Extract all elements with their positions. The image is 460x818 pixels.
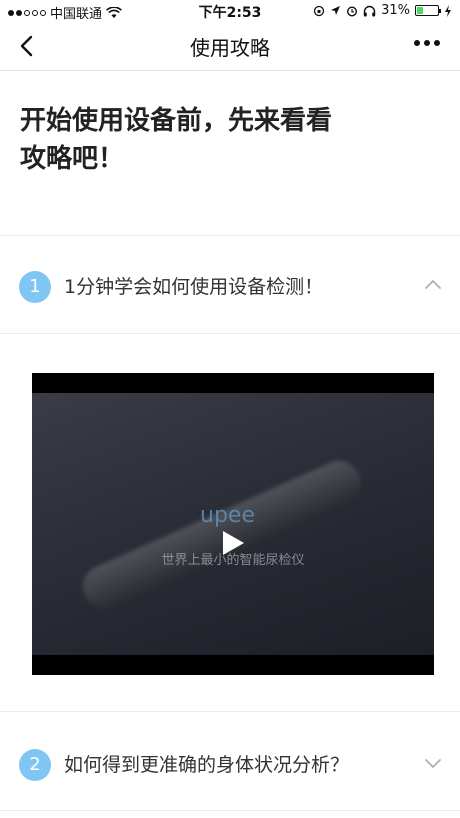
section-1-title: 1分钟学会如何使用设备检测！ <box>64 276 324 298</box>
chevron-up-icon[interactable] <box>424 276 442 294</box>
divider <box>0 333 460 334</box>
divider <box>0 235 460 236</box>
section-2-header[interactable]: 2 如何得到更准确的身体状况分析？ <box>0 736 460 790</box>
more-icon[interactable] <box>414 40 440 46</box>
section-1-header[interactable]: 1 1分钟学会如何使用设备检测！ <box>0 258 460 312</box>
status-bar: 中国联通 下午2:53 31% <box>0 0 460 22</box>
status-right: 31% <box>313 3 452 18</box>
nav-bar: 使用攻略 <box>0 22 460 71</box>
page-title: 使用攻略 <box>190 36 270 60</box>
video-brand: upee <box>200 503 255 528</box>
divider <box>0 810 460 811</box>
headphones-icon <box>363 5 376 16</box>
headline-line-1: 开始使用设备前，先来看看 <box>20 106 333 136</box>
section-1-number: 1 <box>19 271 51 303</box>
section-2-number: 2 <box>19 749 51 781</box>
chevron-down-icon[interactable] <box>424 754 442 772</box>
alarm-icon <box>347 5 358 17</box>
headline-line-2: 攻略吧！ <box>20 144 125 174</box>
battery-percent: 31% <box>381 3 410 18</box>
video-frame: upee 世界上最小的智能尿检仪 <box>32 393 434 655</box>
section-2-title: 如何得到更准确的身体状况分析？ <box>64 754 350 776</box>
play-icon[interactable] <box>217 528 247 558</box>
divider <box>0 711 460 712</box>
video-player[interactable]: upee 世界上最小的智能尿检仪 <box>32 373 434 675</box>
charging-icon <box>445 4 451 17</box>
orientation-lock-icon <box>313 5 325 16</box>
battery-icon <box>415 5 441 16</box>
location-icon <box>331 6 341 15</box>
intro-headline: 开始使用设备前，先来看看 攻略吧！ <box>20 102 440 178</box>
